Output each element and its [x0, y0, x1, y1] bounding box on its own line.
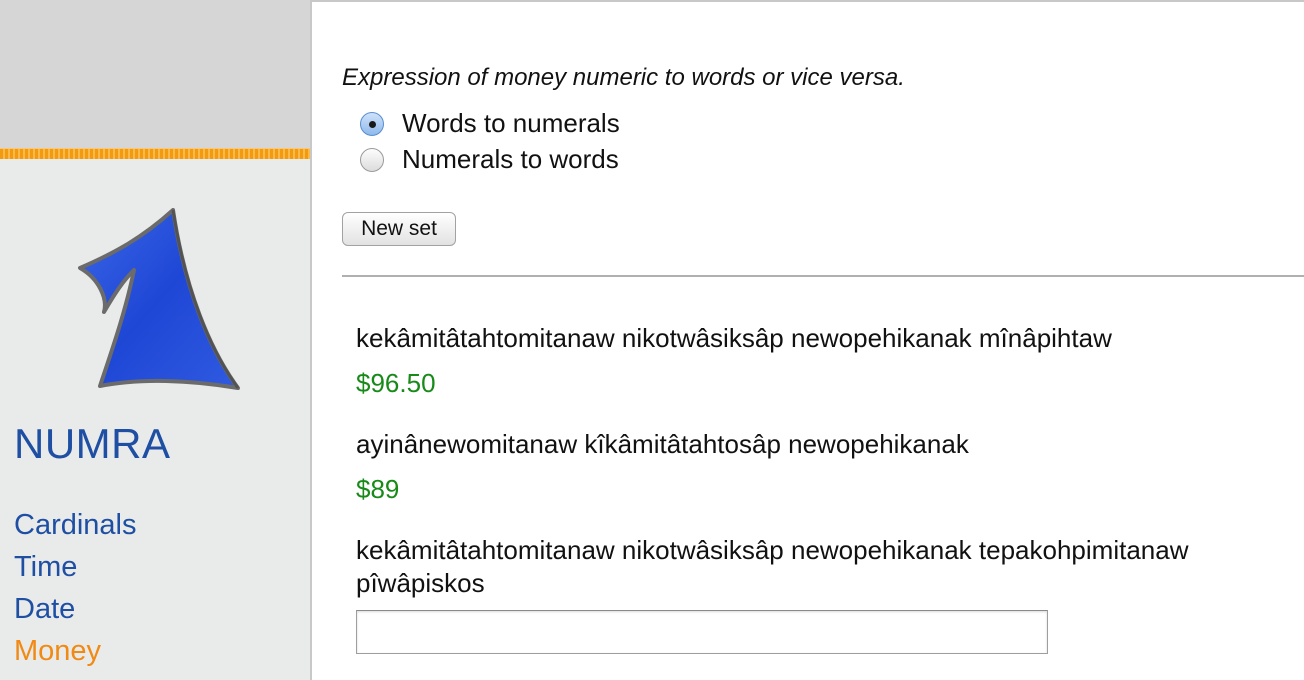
- nav-item-time[interactable]: Time: [14, 546, 137, 588]
- exercise-question: ayinânewomitanaw kîkâmitâtahtosâp newope…: [356, 429, 969, 459]
- sidebar-nav: Cardinals Time Date Money: [14, 504, 137, 672]
- nav-item-money[interactable]: Money: [14, 630, 137, 672]
- mode-numerals-to-words[interactable]: Numerals to words: [360, 144, 619, 175]
- exercise-question: kekâmitâtahtomitanaw nikotwâsiksâp newop…: [356, 323, 1112, 353]
- sidebar: NUMRA Cardinals Time Date Money: [0, 0, 310, 680]
- nav-item-cardinals[interactable]: Cardinals: [14, 504, 137, 546]
- mode-label: Numerals to words: [402, 144, 619, 174]
- nav-item-date[interactable]: Date: [14, 588, 137, 630]
- horizontal-divider: [342, 275, 1304, 277]
- new-set-button[interactable]: New set: [342, 212, 456, 246]
- sidebar-header-band: [0, 0, 310, 148]
- instruction-text: Expression of money numeric to words or …: [342, 64, 905, 91]
- exercise-answer: $96.50: [356, 368, 436, 398]
- orange-accent-line: [0, 148, 310, 159]
- blue-one-numeral-icon: [78, 208, 240, 390]
- exercise-question: kekâmitâtahtomitanaw nikotwâsiksâp newop…: [356, 535, 1189, 598]
- answer-input[interactable]: [356, 610, 1048, 654]
- radio-button[interactable]: [360, 147, 384, 172]
- radio-button-checked[interactable]: [360, 111, 384, 136]
- brand-title: NUMRA: [14, 420, 171, 467]
- exercise-answer: $89: [356, 474, 400, 504]
- mode-words-to-numerals[interactable]: Words to numerals: [360, 108, 620, 139]
- main-content: Expression of money numeric to words or …: [312, 0, 1304, 680]
- mode-label: Words to numerals: [402, 108, 620, 138]
